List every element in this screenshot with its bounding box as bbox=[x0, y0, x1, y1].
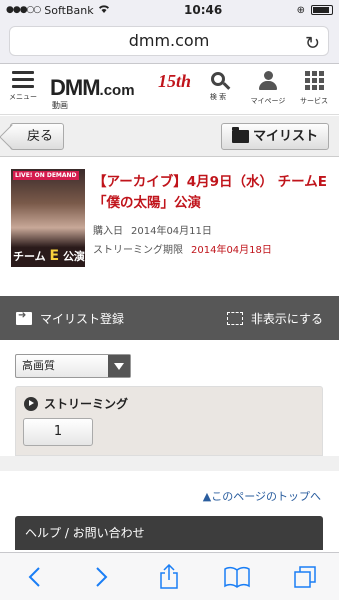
person-icon bbox=[259, 71, 277, 91]
carrier-name: SoftBank bbox=[44, 3, 94, 17]
thumbnail-team-text: チーム E 公演 bbox=[13, 248, 85, 264]
product-card: LIVE! ON DEMAND チーム E 公演 【アーカイブ】4月9日（水） … bbox=[0, 158, 339, 296]
share-button[interactable] bbox=[154, 562, 184, 592]
battery-icon bbox=[310, 5, 333, 15]
bookmarks-button[interactable] bbox=[222, 562, 252, 592]
search-button[interactable]: 検 索 bbox=[200, 71, 236, 102]
address-bar[interactable]: dmm.com ↻ bbox=[9, 26, 329, 56]
clock: 10:46 bbox=[184, 3, 223, 17]
quality-selected-value: 高画質 bbox=[22, 359, 55, 372]
add-mylist-button[interactable]: マイリスト登録 bbox=[16, 310, 124, 327]
hide-icon bbox=[226, 312, 243, 325]
share-icon bbox=[160, 563, 179, 589]
streaming-heading: ストリーミング bbox=[24, 395, 128, 412]
url-text: dmm.com bbox=[128, 31, 210, 50]
back-label: 戻る bbox=[27, 129, 54, 144]
dmm-logo[interactable]: DMM.com 15th 動画 bbox=[50, 71, 191, 110]
status-bar: ●●●○○ SoftBank 10:46 ⊕ bbox=[0, 0, 339, 20]
wifi-icon bbox=[98, 4, 110, 17]
stream-limit-value: 2014年04月18日 bbox=[191, 245, 272, 256]
streaming-heading-text: ストリーミング bbox=[44, 397, 129, 411]
search-icon bbox=[211, 72, 225, 86]
signal-icon: ●●●○○ bbox=[6, 5, 41, 15]
logo-com: .com bbox=[99, 82, 135, 99]
browser-bottom-bar bbox=[0, 552, 339, 600]
back-nav-button[interactable] bbox=[19, 562, 49, 592]
logo-main: DMM bbox=[50, 75, 101, 100]
forward-nav-button[interactable] bbox=[87, 562, 117, 592]
services-button[interactable]: サービス bbox=[296, 71, 332, 106]
reload-icon[interactable]: ↻ bbox=[305, 30, 320, 58]
product-thumbnail[interactable]: LIVE! ON DEMAND チーム E 公演 bbox=[11, 169, 85, 267]
logo-anniversary: 15th bbox=[158, 71, 192, 91]
mypage-button[interactable]: マイページ bbox=[250, 71, 286, 106]
action-bar: マイリスト登録 非表示にする bbox=[0, 296, 339, 340]
hide-button[interactable]: 非表示にする bbox=[226, 310, 323, 327]
stream-part-button[interactable]: 1 bbox=[23, 418, 93, 446]
site-header: メニュー DMM.com 15th 動画 検 索 マイページ サービス bbox=[0, 65, 339, 115]
back-button[interactable]: 戻る bbox=[10, 123, 65, 150]
add-to-list-icon bbox=[16, 310, 32, 325]
quality-select[interactable]: 高画質 bbox=[15, 354, 131, 378]
play-icon bbox=[24, 396, 38, 411]
folder-icon bbox=[231, 127, 249, 143]
logo-sub: 動画 bbox=[52, 101, 68, 110]
stream-limit-label: ストリーミング期限 bbox=[93, 245, 183, 256]
mylist-label: マイリスト bbox=[252, 129, 318, 144]
product-title[interactable]: 【アーカイブ】4月9日（水） チームE 「僕の太陽」公演 bbox=[93, 172, 329, 214]
player-section: 高画質 ストリーミング 1 bbox=[0, 341, 339, 456]
mylist-button[interactable]: マイリスト bbox=[220, 123, 329, 150]
page-top-link[interactable]: ▲このページのトップへ bbox=[203, 488, 321, 504]
page-toolbar: 戻る マイリスト bbox=[0, 116, 339, 157]
tabs-button[interactable] bbox=[290, 562, 320, 592]
hide-label: 非表示にする bbox=[250, 312, 323, 326]
browser-chrome: dmm.com ↻ bbox=[0, 20, 339, 64]
hamburger-icon bbox=[12, 71, 34, 88]
status-left: ●●●○○ SoftBank bbox=[6, 4, 110, 17]
help-header[interactable]: ヘルプ / お問い合わせ bbox=[15, 516, 323, 550]
section-divider bbox=[0, 456, 339, 471]
grid-icon bbox=[304, 71, 324, 90]
chevron-right-icon bbox=[95, 566, 108, 587]
services-label: サービス bbox=[300, 97, 328, 105]
status-right: ⊕ bbox=[297, 5, 333, 16]
stream-limit-row: ストリーミング期限 2014年04月18日 bbox=[93, 241, 272, 256]
rotation-lock-icon: ⊕ bbox=[296, 4, 305, 16]
purchase-date-row: 購入日 2014年04月11日 bbox=[93, 222, 212, 237]
streaming-panel: ストリーミング 1 bbox=[15, 386, 323, 456]
mypage-label: マイページ bbox=[250, 97, 286, 105]
chevron-down-icon bbox=[108, 355, 130, 377]
purchase-date-label: 購入日 bbox=[93, 226, 123, 237]
purchase-date-value: 2014年04月11日 bbox=[131, 226, 212, 237]
book-icon bbox=[224, 566, 251, 588]
add-mylist-label: マイリスト登録 bbox=[40, 312, 125, 326]
thumbnail-badge: LIVE! ON DEMAND bbox=[13, 171, 79, 180]
menu-button[interactable]: メニュー bbox=[4, 71, 42, 102]
chevron-left-icon bbox=[28, 566, 40, 587]
search-label: 検 索 bbox=[209, 93, 227, 101]
tabs-icon bbox=[294, 565, 316, 588]
menu-label: メニュー bbox=[9, 93, 37, 101]
